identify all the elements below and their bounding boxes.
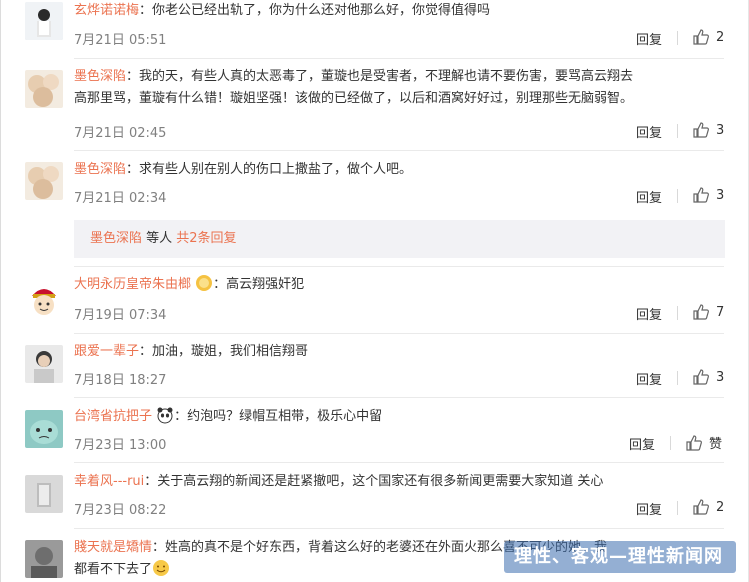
comment-time: 7月23日 08:22 (74, 503, 167, 518)
like-count: 2 (716, 29, 725, 45)
thumbs-up-icon (693, 304, 709, 320)
reply-button[interactable]: 回复 (629, 434, 655, 453)
comment-text: 跟爱一辈子：加油，璇姐，我们相信翔哥 (74, 341, 724, 363)
avatar[interactable] (25, 475, 63, 513)
panda-emoji-icon (157, 407, 173, 424)
like-count: 3 (716, 187, 725, 203)
divider (677, 124, 678, 138)
subreply-text: 等人 (142, 231, 177, 246)
comment-body: ：约泡吗？绿帽互相带，极乐心中留 (174, 409, 383, 424)
reply-button[interactable]: 回复 (636, 187, 662, 206)
comment-list: 玄烨诺诺梅：你老公已经出轨了，你为什么还对他那么好，你觉得值得吗 7月21日 0… (0, 0, 749, 582)
comment-user[interactable]: 幸着风---rui (74, 474, 144, 489)
comment-body: ：加油，璇姐，我们相信翔哥 (139, 344, 309, 359)
comment-text: 墨色深陷：我的天，有些人真的太恶毒了，董璇也是受害者，不理解也请不要伤害，要骂高… (74, 66, 724, 110)
comment-body: ：关于高云翔的新闻还是赶紧撤吧，这个国家还有很多新闻更需要大家知道 关心 (144, 474, 604, 489)
divider (677, 501, 678, 515)
avatar[interactable] (25, 410, 63, 448)
comment-user[interactable]: 大明永历皇帝朱由榔 (74, 277, 191, 292)
reply-button[interactable]: 回复 (636, 29, 662, 48)
divider (670, 436, 671, 450)
comment-body: ：我的天，有些人真的太恶毒了，董璇也是受害者，不理解也请不要伤害，要骂高云翔去 (126, 69, 634, 84)
like-button[interactable]: 3 (692, 186, 724, 204)
like-count: 3 (716, 122, 725, 138)
comment-user[interactable]: 台湾省抗把子 (74, 409, 152, 424)
divider (677, 189, 678, 203)
avatar[interactable] (25, 2, 63, 40)
like-button[interactable]: 2 (692, 498, 724, 516)
divider (677, 31, 678, 45)
divider (74, 333, 724, 334)
avatar[interactable] (25, 345, 63, 383)
thumbs-up-icon (693, 29, 709, 45)
reply-button[interactable]: 回复 (636, 122, 662, 141)
comment-user[interactable]: 跟爱一辈子 (74, 344, 139, 359)
comment-text: 大明永历皇帝朱由榔 ：高云翔强奸犯 (74, 274, 724, 296)
thumbs-up-icon (693, 369, 709, 385)
comment-body: ：你老公已经出轨了，你为什么还对他那么好，你觉得值得吗 (139, 3, 491, 18)
comment-body: ：求有些人别在别人的伤口上撒盐了，做个人吧。 (126, 162, 413, 177)
subreply-summary[interactable]: 墨色深陷 等人 共2条回复 (74, 220, 725, 258)
thumbs-up-icon (693, 187, 709, 203)
comment-time: 7月18日 18:27 (74, 373, 167, 388)
comment-time: 7月19日 07:34 (74, 308, 167, 323)
thumbs-up-icon (693, 499, 709, 515)
like-button[interactable]: 2 (692, 28, 724, 46)
comment-body-continued: 都看不下去了 (74, 562, 153, 577)
like-button[interactable]: 3 (692, 121, 724, 139)
like-button[interactable]: 赞 (685, 433, 722, 452)
vip-badge-icon (196, 275, 213, 291)
like-label: 赞 (709, 437, 723, 452)
comment-user[interactable]: 玄烨诺诺梅 (74, 3, 139, 18)
divider (74, 266, 724, 267)
comment-time: 7月21日 05:51 (74, 33, 167, 48)
like-button[interactable]: 3 (692, 368, 724, 386)
like-count: 3 (716, 369, 725, 385)
divider (74, 397, 724, 398)
like-button[interactable]: 7 (692, 303, 724, 321)
reply-button[interactable]: 回复 (636, 304, 662, 323)
comment-user[interactable]: 墨色深陷 (74, 69, 126, 84)
comment-time: 7月21日 02:45 (74, 126, 167, 141)
smile-emoji-icon (153, 560, 170, 576)
comment-time: 7月23日 13:00 (74, 438, 167, 453)
thumbs-up-icon (686, 434, 702, 451)
avatar[interactable] (25, 540, 63, 578)
divider (677, 371, 678, 385)
thumbs-up-icon (693, 122, 709, 138)
avatar[interactable] (25, 70, 63, 108)
subreply-user[interactable]: 墨色深陷 (90, 231, 142, 246)
comment-user[interactable]: 墨色深陷 (74, 162, 126, 177)
comment-user[interactable]: 賤天就是矯情 (74, 540, 152, 555)
divider (74, 58, 724, 59)
subreply-count-link[interactable]: 共2条回复 (176, 231, 236, 246)
comment-text: 玄烨诺诺梅：你老公已经出轨了，你为什么还对他那么好，你觉得值得吗 (74, 0, 724, 22)
comment-text: 幸着风---rui：关于高云翔的新闻还是赶紧撤吧，这个国家还有很多新闻更需要大家… (74, 471, 724, 493)
divider (74, 462, 724, 463)
like-count: 2 (716, 499, 725, 515)
comment-text: 台湾省抗把子 ：约泡吗？绿帽互相带，极乐心中留 (74, 406, 724, 428)
watermark: 理性、客观—理性新闻网 (504, 541, 736, 573)
like-count: 7 (716, 304, 725, 320)
avatar[interactable] (25, 280, 63, 318)
avatar[interactable] (25, 162, 63, 200)
divider (74, 150, 724, 151)
comment-text: 墨色深陷：求有些人别在别人的伤口上撒盐了，做个人吧。 (74, 159, 724, 181)
comment-time: 7月21日 02:34 (74, 191, 167, 206)
reply-button[interactable]: 回复 (636, 499, 662, 518)
comment-body: ：高云翔强奸犯 (213, 277, 305, 292)
comment-body-continued: 高那里骂，董璇有什么错！璇姐坚强！该做的已经做了，以后和酒窝好好过，别理那些无脑… (74, 91, 634, 106)
divider (74, 528, 724, 529)
divider (677, 306, 678, 320)
reply-button[interactable]: 回复 (636, 369, 662, 388)
